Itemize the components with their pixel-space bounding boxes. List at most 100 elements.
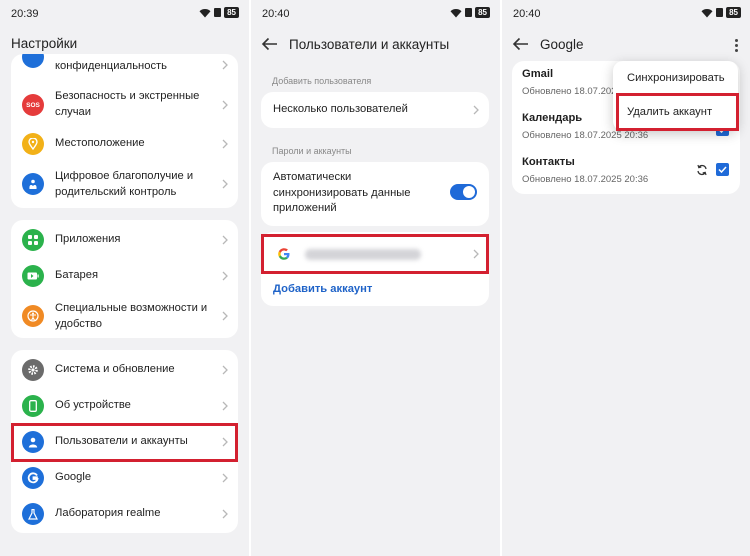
chevron-right-icon bbox=[222, 311, 228, 321]
settings-item-location[interactable]: Местоположение bbox=[11, 132, 238, 156]
page-title: Google bbox=[540, 36, 584, 52]
sync-item-name: Gmail bbox=[522, 68, 554, 80]
privacy-icon bbox=[22, 54, 44, 68]
account-email-blurred bbox=[305, 249, 421, 260]
sim-icon bbox=[214, 8, 222, 17]
auto-sync-item[interactable]: Автоматически синхронизировать данные пр… bbox=[261, 162, 489, 226]
settings-group-apps: Приложения Батарея Специальные возможнос… bbox=[11, 220, 238, 338]
settings-item-apps[interactable]: Приложения bbox=[11, 226, 238, 254]
chevron-right-icon bbox=[222, 139, 228, 149]
sidebar-item-privacy[interactable]: конфиденциальность bbox=[11, 54, 238, 80]
google-g-icon bbox=[22, 467, 44, 489]
settings-item-label: Об устройстве bbox=[55, 399, 131, 411]
settings-group-privacy: конфиденциальность SOS Безопасность и эк… bbox=[11, 54, 238, 208]
status-bar: 20:39 85 bbox=[0, 0, 249, 26]
wifi-icon bbox=[450, 8, 462, 18]
chevron-right-icon bbox=[473, 249, 479, 259]
multi-users-label: Несколько пользователей bbox=[273, 103, 408, 115]
settings-item-system[interactable]: Система и обновление bbox=[11, 356, 238, 384]
app-header: Пользователи и аккаунты bbox=[251, 30, 500, 58]
settings-item-label: конфиденциальность bbox=[55, 60, 167, 72]
menu-item-delete-account[interactable]: Удалить аккаунт bbox=[627, 106, 712, 118]
wifi-icon bbox=[199, 8, 211, 18]
sim-icon bbox=[465, 8, 473, 17]
settings-item-security[interactable]: SOS Безопасность и экстренные случаи bbox=[11, 84, 238, 126]
chevron-right-icon bbox=[222, 365, 228, 375]
settings-item-wellbeing[interactable]: Цифровое благополучие и родительский кон… bbox=[11, 164, 238, 204]
settings-group-system: Система и обновление Об устройстве Польз… bbox=[11, 350, 238, 533]
google-account-item[interactable] bbox=[261, 236, 489, 272]
google-logo-icon bbox=[273, 243, 295, 265]
chevron-right-icon bbox=[222, 509, 228, 519]
settings-item-label: Google bbox=[55, 471, 92, 483]
settings-item-label: Лаборатория realme bbox=[55, 507, 161, 519]
settings-item-battery[interactable]: Батарея bbox=[11, 262, 238, 290]
menu-item-sync[interactable]: Синхронизировать bbox=[627, 72, 725, 84]
settings-item-accessibility[interactable]: Специальные возможности и удобство bbox=[11, 298, 238, 334]
chevron-right-icon bbox=[473, 105, 479, 115]
overflow-menu: Синхронизировать Удалить аккаунт bbox=[613, 61, 738, 131]
accessibility-icon bbox=[22, 305, 44, 327]
settings-item-about[interactable]: Об устройстве bbox=[11, 392, 238, 420]
sync-item-contacts[interactable]: Контакты Обновлено 18.07.2025 20:36 bbox=[512, 155, 740, 191]
chevron-right-icon bbox=[222, 271, 228, 281]
sim-icon bbox=[716, 8, 724, 17]
status-bar: 20:40 85 bbox=[251, 0, 500, 26]
settings-item-users-accounts[interactable]: Пользователи и аккаунты bbox=[11, 428, 238, 456]
status-bar: 20:40 85 bbox=[502, 0, 750, 26]
chevron-right-icon bbox=[222, 473, 228, 483]
back-arrow-icon[interactable] bbox=[512, 37, 530, 51]
status-time: 20:40 bbox=[262, 8, 290, 20]
sync-item-updated: Обновлено 18.07.2025 20:36 bbox=[522, 130, 649, 141]
more-options-icon[interactable] bbox=[735, 39, 739, 53]
settings-item-label: Система и обновление bbox=[55, 363, 175, 375]
accounts-card: Добавить аккаунт bbox=[261, 232, 489, 306]
settings-item-google[interactable]: Google bbox=[11, 464, 238, 492]
settings-item-label: Приложения bbox=[55, 233, 121, 245]
sync-item-updated: Обновлено 18.07.2025 20:36 bbox=[522, 174, 649, 185]
chevron-right-icon bbox=[222, 401, 228, 411]
battery-indicator: 85 bbox=[726, 7, 741, 18]
tutorial-collage: 20:39 85 Настройки конфиденциальность SO… bbox=[0, 0, 750, 556]
chevron-right-icon bbox=[222, 60, 228, 70]
status-time: 20:39 bbox=[11, 8, 39, 20]
settings-screen: 20:39 85 Настройки конфиденциальность SO… bbox=[0, 0, 249, 556]
auto-sync-toggle[interactable] bbox=[450, 184, 477, 200]
google-account-screen: 20:40 85 Google Gmail Обновлено 18.07.20… bbox=[502, 0, 750, 556]
flask-icon bbox=[22, 503, 44, 525]
multi-users-item[interactable]: Несколько пользователей bbox=[261, 92, 489, 128]
sos-icon: SOS bbox=[22, 94, 44, 116]
settings-item-label: Батарея bbox=[55, 269, 99, 281]
location-icon bbox=[22, 133, 44, 155]
app-header: Google bbox=[502, 30, 750, 58]
section-label: Пароли и аккаунты bbox=[272, 146, 352, 156]
status-time: 20:40 bbox=[513, 8, 541, 20]
battery-indicator: 85 bbox=[475, 7, 490, 18]
user-icon bbox=[22, 431, 44, 453]
settings-item-label: Цифровое благополучие и родительский кон… bbox=[55, 170, 194, 198]
sync-checkbox[interactable] bbox=[716, 163, 729, 176]
wifi-icon bbox=[701, 8, 713, 18]
settings-item-label: Специальные возможности и удобство bbox=[55, 302, 208, 330]
chevron-right-icon bbox=[222, 437, 228, 447]
gear-icon bbox=[22, 359, 44, 381]
add-account-link[interactable]: Добавить аккаунт bbox=[273, 283, 372, 295]
page-title: Настройки bbox=[11, 36, 78, 51]
chevron-right-icon bbox=[222, 179, 228, 189]
section-label: Добавить пользователя bbox=[272, 76, 372, 86]
chevron-right-icon bbox=[222, 235, 228, 245]
battery-icon bbox=[22, 265, 44, 287]
users-accounts-screen: 20:40 85 Пользователи и аккаунты Добавит… bbox=[251, 0, 500, 556]
wellbeing-icon bbox=[22, 173, 44, 195]
sync-icon[interactable] bbox=[696, 163, 708, 181]
sync-item-name: Календарь bbox=[522, 112, 583, 124]
battery-indicator: 85 bbox=[224, 7, 239, 18]
settings-item-label: Местоположение bbox=[55, 137, 145, 149]
apps-icon bbox=[22, 229, 44, 251]
settings-item-realme-lab[interactable]: Лаборатория realme bbox=[11, 500, 238, 528]
phone-icon bbox=[22, 395, 44, 417]
auto-sync-label: Автоматически синхронизировать данные пр… bbox=[273, 171, 411, 214]
settings-item-label: Безопасность и экстренные случаи bbox=[55, 90, 200, 118]
back-arrow-icon[interactable] bbox=[261, 37, 279, 51]
page-title: Пользователи и аккаунты bbox=[289, 36, 450, 52]
